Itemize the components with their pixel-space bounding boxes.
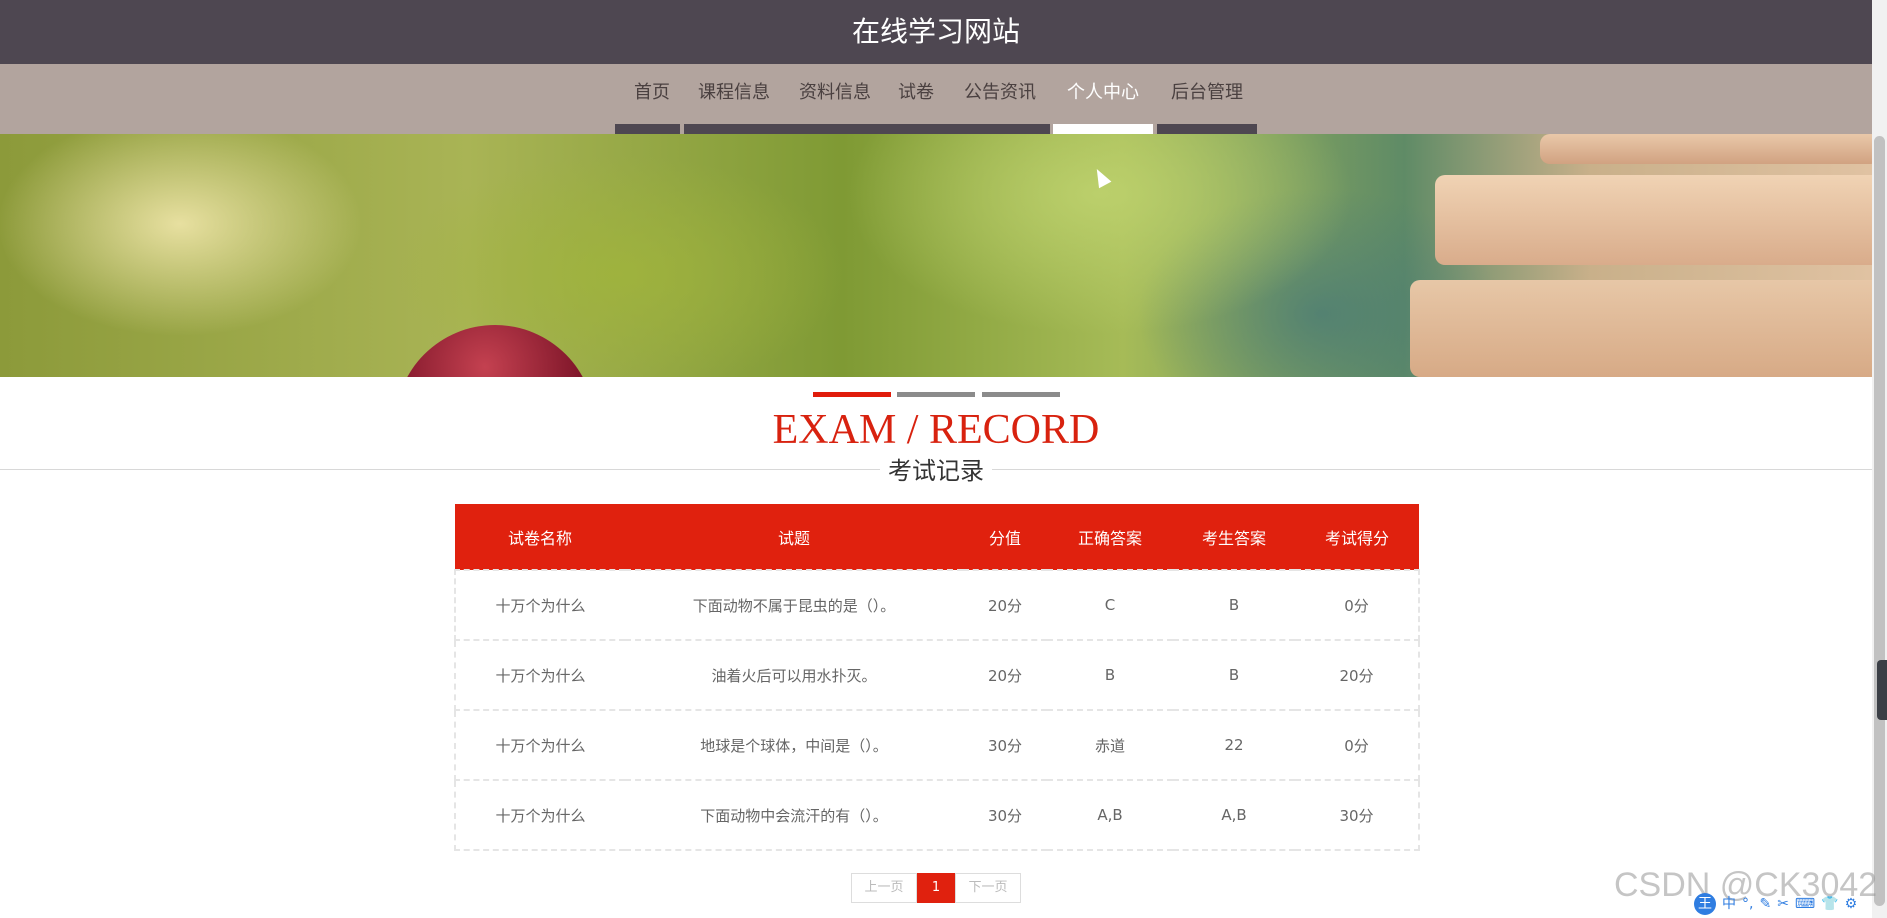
next-page-button[interactable]: 下一页	[955, 873, 1021, 903]
cell-student-answer: 22	[1173, 709, 1295, 781]
scrollbar-thumb[interactable]	[1874, 136, 1885, 906]
cell-student-answer: B	[1173, 639, 1295, 711]
column-header-question: 试题	[777, 528, 810, 548]
exam-record-table: 试卷名称 试题 分值 正确答案 考生答案 考试得分 十万个为什么 下面动物不属于…	[454, 504, 1420, 851]
cell-student-answer: A,B	[1173, 779, 1295, 851]
section-title-en: EXAM / RECORD	[772, 407, 1100, 453]
cell-points: 30分	[963, 709, 1047, 781]
ime-settings-icon[interactable]: ⚙	[1845, 893, 1858, 915]
cell-question: 油着火后可以用水扑灭。	[625, 639, 963, 711]
cell-score: 0分	[1295, 569, 1420, 641]
cell-paper-name: 十万个为什么	[454, 569, 625, 641]
cell-score: 20分	[1295, 639, 1420, 711]
book-image	[1540, 134, 1880, 164]
cell-points: 20分	[963, 639, 1047, 711]
table-row: 十万个为什么 地球是个球体，中间是（）。 30分 赤道 22 0分	[454, 709, 1420, 781]
book-image	[1410, 280, 1887, 377]
cell-paper-name: 十万个为什么	[454, 639, 625, 711]
nav-underline-group	[684, 124, 1050, 134]
column-header-score: 考试得分	[1324, 528, 1389, 548]
exam-record-table-container: 试卷名称 试题 分值 正确答案 考生答案 考试得分 十万个为什么 下面动物不属于…	[454, 504, 1420, 851]
cell-correct-answer: A,B	[1047, 779, 1173, 851]
column-header-student-answer: 考生答案	[1201, 528, 1266, 548]
slider-indicator-2[interactable]	[897, 392, 975, 397]
column-header-paper-name: 试卷名称	[507, 528, 572, 548]
cell-question: 下面动物中会流汗的有（）。	[625, 779, 963, 851]
column-header-correct-answer: 正确答案	[1077, 528, 1142, 548]
column-header-points: 分值	[988, 528, 1021, 548]
nav-underline-admin	[1157, 124, 1257, 134]
ime-logo-icon[interactable]: 王	[1694, 893, 1716, 915]
ime-handwriting-icon[interactable]: ✎	[1759, 893, 1771, 915]
cell-points: 30分	[963, 779, 1047, 851]
table-row: 十万个为什么 油着火后可以用水扑灭。 20分 B B 20分	[454, 639, 1420, 711]
slider-indicator-1[interactable]	[813, 392, 891, 397]
book-image	[1435, 175, 1885, 265]
ime-punctuation-icon[interactable]: °,	[1742, 893, 1753, 915]
table-row: 十万个为什么 下面动物中会流汗的有（）。 30分 A,B A,B 30分	[454, 779, 1420, 851]
cell-paper-name: 十万个为什么	[454, 709, 625, 781]
ime-chinese-mode-icon[interactable]: 中	[1722, 893, 1736, 915]
ime-keyboard-icon[interactable]: ⌨	[1795, 893, 1815, 915]
side-panel-handle[interactable]	[1877, 660, 1887, 720]
cell-correct-answer: B	[1047, 639, 1173, 711]
nav-underline-active	[1053, 124, 1153, 134]
cell-score: 0分	[1295, 709, 1420, 781]
cell-paper-name: 十万个为什么	[454, 779, 625, 851]
slider-indicator-3[interactable]	[982, 392, 1060, 397]
nav-underline-home	[615, 124, 680, 134]
table-header-row: 试卷名称 试题 分值 正确答案 考生答案 考试得分	[455, 504, 1419, 570]
cell-correct-answer: 赤道	[1047, 709, 1173, 781]
cell-correct-answer: C	[1047, 569, 1173, 641]
page-1-button[interactable]: 1	[917, 873, 955, 903]
prev-page-button[interactable]: 上一页	[851, 873, 917, 903]
site-title: 在线学习网站	[851, 15, 1020, 48]
ime-skin-icon[interactable]: 👕	[1821, 893, 1838, 915]
cell-question: 下面动物不属于昆虫的是（）。	[625, 569, 963, 641]
section-title-zh: 考试记录	[888, 457, 984, 485]
cell-points: 20分	[963, 569, 1047, 641]
table-row: 十万个为什么 下面动物不属于昆虫的是（）。 20分 C B 0分	[454, 569, 1420, 641]
main-nav: 首页 课程信息 资料信息 试卷 公告资讯 个人中心 后台管理	[0, 64, 1872, 134]
apple-image	[395, 325, 595, 377]
ime-toolbar: 王 中 °, ✎ ✂ ⌨ 👕 ⚙	[1694, 893, 1857, 915]
ime-scissors-icon[interactable]: ✂	[1777, 893, 1789, 915]
cell-score: 30分	[1295, 779, 1420, 851]
cell-student-answer: B	[1173, 569, 1295, 641]
cell-question: 地球是个球体，中间是（）。	[625, 709, 963, 781]
